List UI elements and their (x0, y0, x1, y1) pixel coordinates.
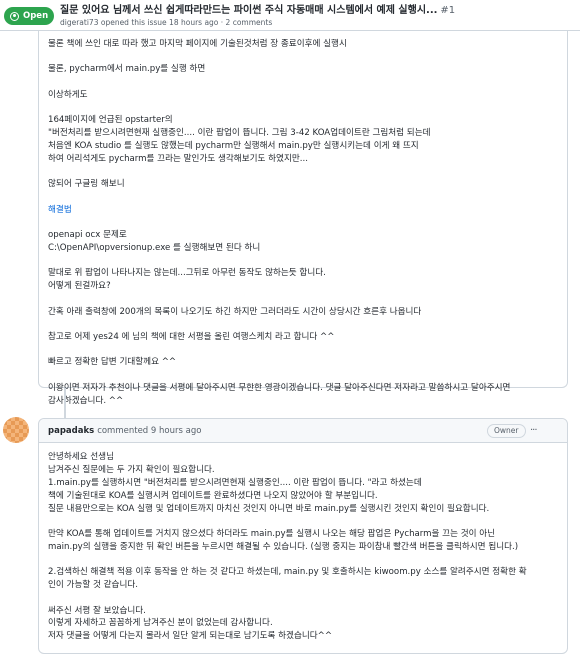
comment-line: 1.main.py를 실행하시면 "버전처리를 받으시려면현재 실행중인....… (48, 477, 422, 488)
comment-line: 만약 KOA를 통해 업데이트를 거치지 않으셨다 하더라도 main.py를 … (48, 528, 496, 539)
open-status-label: Open (23, 10, 49, 21)
comment-line: 않되어 구글링 해보니 (48, 179, 125, 190)
comment-author-line: papadaks commented 9 hours ago (48, 425, 201, 438)
comment-line: 말대로 위 팝업이 나타나지는 않는데...그뒤로 아무런 동작도 않하는듯 합… (48, 268, 326, 279)
open-status-badge: Open (4, 7, 54, 25)
issue-open-icon (10, 11, 19, 21)
kebab-menu-icon[interactable]: ··· (530, 423, 537, 438)
comment-line: 책에 기술된대로 KOA를 실행시켜 업데이트를 완료하셨다면 나오지 않았어야… (48, 490, 378, 501)
comment-line: 물론, pycharm에서 main.py를 실행 하면 (48, 64, 206, 75)
comment-line: 164페이지에 언급된 opstarter의 (48, 115, 173, 126)
comment-line: 남겨주신 질문에는 두 가지 확인이 필요합니다. (48, 464, 215, 475)
comment-line: "버전처리를 받으시려면현재 실행중인.... 이란 팝업이 뜹니다. 그림 3… (48, 128, 431, 139)
comment-line: 빠르고 정확한 답변 기대할께요 ^^ (48, 357, 177, 368)
comment-line: 2.검색하신 해결책 적용 이후 동작을 안 하는 것 같다고 하셨는데, ma… (48, 567, 527, 578)
issue-body-text: 물론 책에 쓰인 대로 따라 했고 마지막 페이지에 기술된것처럼 장 종료이후… (48, 38, 563, 408)
comment-line: 감사하겠습니다. ^^ (48, 395, 124, 406)
issue-title-text: 질문 있어요 님께서 쓰신 쉽게따라만드는 파이썬 주식 자동매매 시스템에서 … (60, 5, 438, 16)
comment-line: main.py의 실행을 중지한 뒤 확인 버튼을 누르시면 해결될 수 있습니… (48, 541, 519, 552)
comment-header: papadaks commented 9 hours ago Owner ··· (39, 419, 567, 443)
comment-line: openapi ocx 문제로 (48, 230, 127, 241)
comment-line: 저자 댓글을 어떻게 다는지 몰라서 일단 알게 되는대로 남기도록 하겠습니다… (48, 631, 333, 642)
solution-link[interactable]: 해결법 (48, 204, 563, 217)
comment-timestamp[interactable]: commented 9 hours ago (97, 426, 201, 436)
comment-line: 어떻게 된걸까요? (48, 281, 111, 292)
comment-line: 간혹 아래 출력창에 200개의 목록이 나오기도 하긴 하지만 그러더라도 시… (48, 306, 422, 317)
issue-meta: digerati73 opened this issue 18 hours ag… (60, 18, 273, 27)
issue-header: Open 질문 있어요 님께서 쓰신 쉽게따라만드는 파이썬 주식 자동매매 시… (0, 0, 580, 31)
comment-line: 이상하게도 (48, 89, 88, 100)
comment-line: 써주신 서평 잘 보았습니다. (48, 605, 146, 616)
comment-line: 인이 가능할 것 같습니다. (48, 580, 138, 591)
comment-line: 물론 책에 쓰인 대로 따라 했고 마지막 페이지에 기술된것처럼 장 종료이후… (48, 39, 347, 49)
issue-title[interactable]: 질문 있어요 님께서 쓰신 쉽게따라만드는 파이썬 주식 자동매매 시스템에서 … (60, 3, 455, 18)
comment-line: 처음엔 KOA studio 를 실행도 않했는데 pycharm만 실행해서 … (48, 140, 419, 151)
comment-line: C:\OpenAPI\opversionup.exe 를 실행해보면 된다 하니 (48, 242, 261, 253)
owner-badge: Owner (487, 424, 526, 438)
issue-number: #1 (440, 5, 456, 16)
comment-author[interactable]: papadaks (48, 426, 94, 436)
timeline-line (64, 388, 66, 418)
comment-line: 하여 어리석게도 pycharm를 끄라는 말인가도 생각해보기도 하였지만..… (48, 153, 308, 164)
owner-comment-text: 안녕하세요 선생님남겨주신 질문에는 두 가지 확인이 필요합니다. 1.main… (48, 451, 563, 643)
avatar[interactable] (3, 417, 29, 443)
comment-line: 이왕이면 저자가 추천이나 댓글을 서평에 달아주시면 무한한 영광이겠습니다.… (48, 382, 511, 393)
comment-line: 안녕하세요 선생님 (48, 452, 114, 462)
comment-line: 참고로 어제 yes24 에 님의 책에 대한 서평을 올린 여행스케치 라고 … (48, 331, 335, 342)
comment-line: 이렇게 자세하고 꼼꼼하게 남겨주신 분이 없었는데 감사합니다. (48, 618, 273, 629)
comment-line: 질문 내용만으로는 KOA 실행 및 업데이트까지 마치신 것인지 아니면 바로… (48, 503, 490, 514)
